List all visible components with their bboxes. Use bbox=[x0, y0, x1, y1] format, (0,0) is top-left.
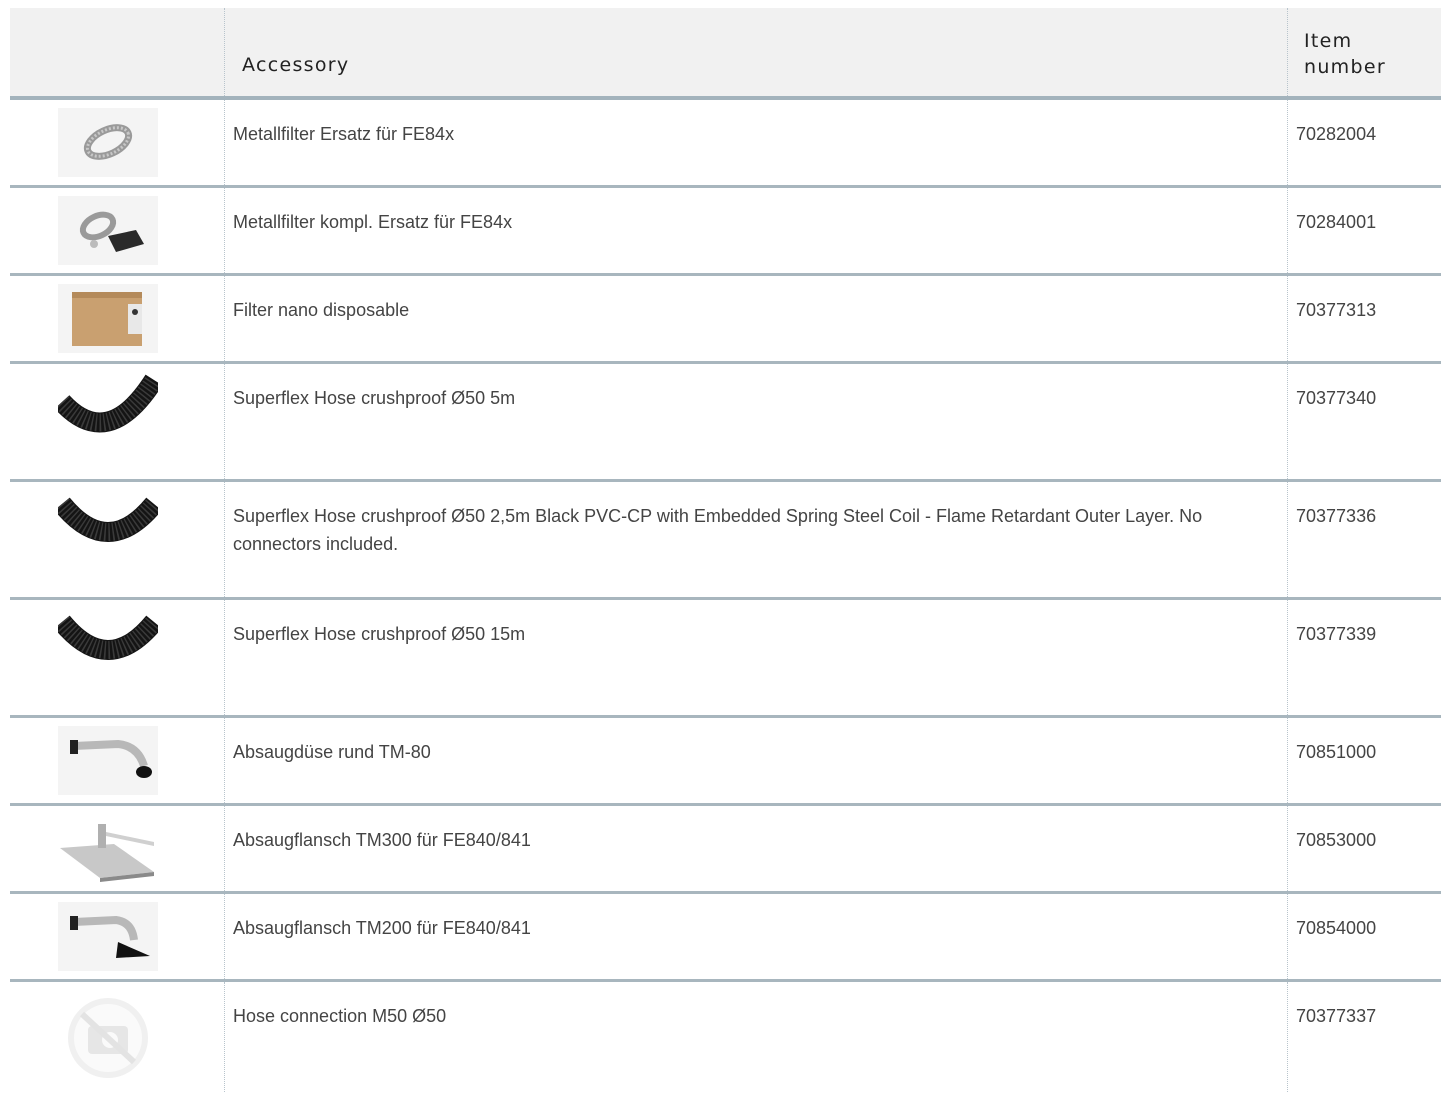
table-row: Superflex Hose crushproof Ø50 2,5m Black… bbox=[10, 482, 1441, 600]
header-image-cell bbox=[10, 8, 225, 96]
row-description: Filter nano disposable bbox=[225, 276, 1288, 361]
hose-icon[interactable] bbox=[58, 608, 158, 677]
row-image-cell bbox=[10, 100, 225, 185]
row-description: Superflex Hose crushproof Ø50 2,5m Black… bbox=[225, 482, 1288, 597]
table-row: Metallfilter Ersatz für FE84x 70282004 bbox=[10, 100, 1441, 188]
hose-icon[interactable] bbox=[58, 372, 158, 441]
row-description: Superflex Hose crushproof Ø50 15m bbox=[225, 600, 1288, 715]
metal-filter-icon[interactable] bbox=[58, 108, 158, 177]
row-description: Superflex Hose crushproof Ø50 5m bbox=[225, 364, 1288, 479]
header-item-number-cell: Item number bbox=[1288, 8, 1441, 96]
row-image-cell bbox=[10, 482, 225, 597]
row-description: Absaugdüse rund TM-80 bbox=[225, 718, 1288, 803]
row-image-cell bbox=[10, 894, 225, 979]
row-image-cell bbox=[10, 718, 225, 803]
row-image-cell bbox=[10, 600, 225, 715]
row-item-number: 70377336 bbox=[1296, 506, 1377, 526]
row-item-number: 70851000 bbox=[1296, 742, 1377, 762]
table-row: Superflex Hose crushproof Ø50 15m 703773… bbox=[10, 600, 1441, 718]
row-item-number: 70377313 bbox=[1296, 300, 1377, 320]
header-accessory: Accessory bbox=[242, 54, 350, 76]
table-row: Absaugflansch TM300 für FE840/841 708530… bbox=[10, 806, 1441, 894]
row-item-number: 70282004 bbox=[1296, 124, 1377, 144]
flat-flange-icon[interactable] bbox=[58, 814, 158, 883]
row-description: Hose connection M50 Ø50 bbox=[225, 982, 1288, 1092]
table-row: Superflex Hose crushproof Ø50 5m 7037734… bbox=[10, 364, 1441, 482]
table-row: Absaugdüse rund TM-80 70851000 bbox=[10, 718, 1441, 806]
row-image-cell bbox=[10, 364, 225, 479]
row-image-cell bbox=[10, 806, 225, 891]
flange-nozzle-icon[interactable] bbox=[58, 902, 158, 971]
table-row: Filter nano disposable 70377313 bbox=[10, 276, 1441, 364]
row-description: Metallfilter kompl. Ersatz für FE84x bbox=[225, 188, 1288, 273]
row-item-number: 70377340 bbox=[1296, 388, 1377, 408]
header-accessory-cell: Accessory bbox=[225, 8, 1288, 96]
row-image-cell bbox=[10, 982, 225, 1092]
row-description: Absaugflansch TM200 für FE840/841 bbox=[225, 894, 1288, 979]
table-header: Accessory Item number bbox=[10, 8, 1441, 100]
row-item-number: 70854000 bbox=[1296, 918, 1377, 938]
table-row: Metallfilter kompl. Ersatz für FE84x 702… bbox=[10, 188, 1441, 276]
table-row: Hose connection M50 Ø50 70377337 bbox=[10, 982, 1441, 1092]
metal-filter-complete-icon[interactable] bbox=[58, 196, 158, 265]
table-row: Absaugflansch TM200 für FE840/841 708540… bbox=[10, 894, 1441, 982]
round-nozzle-icon[interactable] bbox=[58, 726, 158, 795]
row-item-number: 70284001 bbox=[1296, 212, 1377, 232]
row-item-number: 70377337 bbox=[1296, 1006, 1377, 1026]
accessories-table: Accessory Item number Metallfilter Ersat… bbox=[10, 8, 1441, 1092]
filter-box-icon[interactable] bbox=[58, 284, 158, 353]
row-description: Metallfilter Ersatz für FE84x bbox=[225, 100, 1288, 185]
row-image-cell bbox=[10, 276, 225, 361]
row-item-number: 70853000 bbox=[1296, 830, 1377, 850]
row-image-cell bbox=[10, 188, 225, 273]
hose-icon[interactable] bbox=[58, 490, 158, 559]
header-item-number: Item number bbox=[1304, 30, 1386, 78]
row-description: Absaugflansch TM300 für FE840/841 bbox=[225, 806, 1288, 891]
no-image-icon[interactable] bbox=[58, 990, 158, 1086]
row-item-number: 70377339 bbox=[1296, 624, 1377, 644]
